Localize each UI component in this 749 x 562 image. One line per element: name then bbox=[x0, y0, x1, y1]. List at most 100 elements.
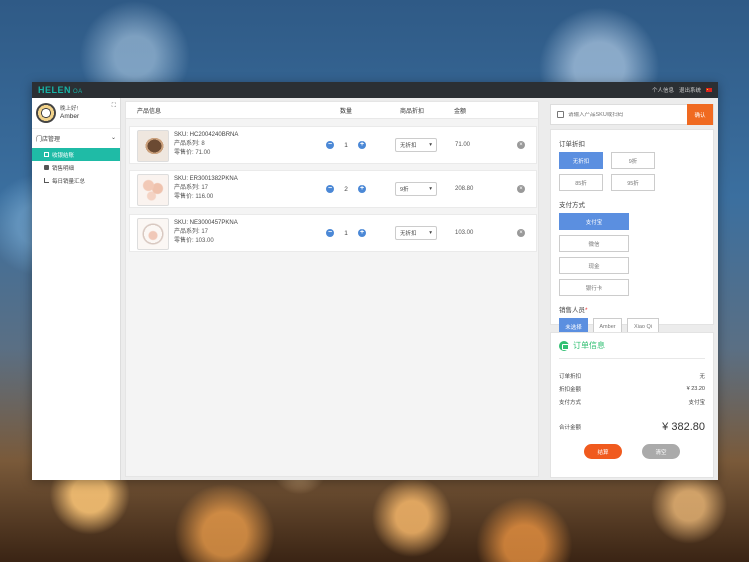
discount-title: 订单折扣 bbox=[559, 141, 585, 148]
product-image bbox=[137, 218, 169, 250]
plus-icon[interactable]: + bbox=[358, 229, 366, 237]
remove-icon[interactable]: × bbox=[517, 229, 525, 237]
order-icon bbox=[559, 340, 569, 351]
checkout-options: 订单折扣 无折扣 9折 85折 95折 支付方式 支付宝 微信 现金 银行卡 销… bbox=[550, 129, 714, 335]
sidebar-item-daily-summary[interactable]: 每日销量汇总 bbox=[32, 174, 120, 187]
caret-down-icon: ▾ bbox=[429, 142, 432, 148]
plus-icon[interactable]: + bbox=[358, 185, 366, 193]
product-sku: SKU: HC2004240BRNA bbox=[174, 132, 239, 138]
app-window: HELEN OA 个人信息 退出系统 晚上好! Amber ⛶ 门店管理 ⌄ 收银… bbox=[32, 82, 718, 480]
menu-group-label: 门店管理 bbox=[36, 137, 61, 143]
bag-icon bbox=[44, 165, 49, 170]
order-header: 订单信息 bbox=[559, 333, 705, 359]
order-key: 订单折扣 bbox=[559, 373, 582, 380]
payment-option-wechat[interactable]: 微信 bbox=[559, 235, 629, 252]
payment-option-card[interactable]: 银行卡 bbox=[559, 279, 629, 296]
row-amount: 103.00 bbox=[455, 230, 474, 236]
payment-options: 支付宝 微信 现金 银行卡 bbox=[559, 213, 705, 296]
clear-button[interactable]: 清空 bbox=[642, 444, 680, 459]
discount-option-none[interactable]: 无折扣 bbox=[559, 152, 603, 169]
user-name: Amber bbox=[60, 113, 80, 120]
discount-value: 无折扣 bbox=[400, 231, 417, 237]
product-series: 产品系列: 17 bbox=[174, 185, 209, 191]
order-value: 支付宝 bbox=[688, 399, 705, 406]
order-value: 无 bbox=[699, 373, 705, 380]
minus-icon[interactable]: − bbox=[326, 229, 334, 237]
required-mark: * bbox=[585, 307, 588, 314]
discount-option-90[interactable]: 9折 bbox=[611, 152, 655, 169]
sidebar: 晚上好! Amber ⛶ 门店管理 ⌄ 收银结账 销售明细 每日销量汇总 bbox=[32, 98, 121, 480]
logout-link[interactable]: 退出系统 bbox=[679, 86, 701, 94]
payment-option-alipay[interactable]: 支付宝 bbox=[559, 213, 629, 230]
col-amount: 金额 bbox=[454, 108, 467, 115]
register-icon bbox=[44, 152, 49, 157]
order-key: 支付方式 bbox=[559, 399, 582, 406]
confirm-button[interactable]: 确认 bbox=[687, 104, 713, 125]
cart-panel: 产品信息 数量 商品折扣 金额 SKU: HC2004240BRNA 产品系列:… bbox=[125, 101, 539, 477]
minus-icon[interactable]: − bbox=[326, 185, 334, 193]
row-amount: 71.00 bbox=[455, 142, 471, 148]
sidebar-item-label: 每日销量汇总 bbox=[52, 178, 86, 185]
sku-search-bar: 确认 bbox=[550, 104, 714, 125]
discount-select[interactable]: 9折 ▾ bbox=[395, 182, 437, 196]
payment-title: 支付方式 bbox=[559, 202, 585, 209]
user-panel: 晚上好! Amber ⛶ bbox=[32, 98, 120, 129]
order-key: 折扣金额 bbox=[559, 386, 582, 393]
table-row: SKU: NE3000457PKNA 产品系列: 17 零售价: 103.00 … bbox=[129, 214, 537, 252]
table-row: SKU: HC2004240BRNA 产品系列: 8 零售价: 71.00 − … bbox=[129, 126, 537, 164]
order-total: 合计金额 ¥ 382.80 bbox=[559, 418, 705, 436]
product-sku: SKU: NE3000457PKNA bbox=[174, 220, 238, 226]
order-row-payment: 支付方式 支付宝 bbox=[559, 395, 705, 408]
col-discount: 商品折扣 bbox=[400, 108, 425, 115]
table-row: SKU: ER3001382PKNA 产品系列: 17 零售价: 116.00 … bbox=[129, 170, 537, 208]
brand-name: HELEN bbox=[38, 85, 72, 95]
quantity-stepper: − 2 + bbox=[326, 185, 366, 193]
top-nav: 个人信息 退出系统 bbox=[652, 86, 712, 94]
avatar bbox=[36, 103, 56, 123]
row-amount: 208.80 bbox=[455, 186, 474, 192]
scan-icon[interactable] bbox=[557, 111, 564, 118]
china-flag-icon[interactable] bbox=[706, 88, 712, 92]
staff-title-text: 销售人员 bbox=[559, 307, 585, 314]
checkout-button[interactable]: 结算 bbox=[584, 444, 622, 459]
col-qty: 数量 bbox=[340, 108, 353, 115]
sidebar-item-label: 销售明细 bbox=[52, 165, 75, 172]
minus-icon[interactable]: − bbox=[326, 141, 334, 149]
product-series: 产品系列: 17 bbox=[174, 229, 209, 235]
menu-group-store[interactable]: 门店管理 ⌄ bbox=[32, 129, 120, 148]
payment-option-cash[interactable]: 现金 bbox=[559, 257, 629, 274]
order-value: ¥ 23.20 bbox=[686, 385, 705, 392]
discount-option-85[interactable]: 85折 bbox=[559, 174, 603, 191]
total-value: ¥ 382.80 bbox=[662, 421, 705, 433]
product-retail-price: 零售价: 71.00 bbox=[174, 150, 211, 156]
quantity-value: 1 bbox=[344, 229, 348, 237]
product-image bbox=[137, 130, 169, 162]
quantity-value: 2 bbox=[344, 185, 348, 193]
order-info-card: 订单信息 订单折扣 无 折扣金额 ¥ 23.20 支付方式 支付宝 合计金额 ¥… bbox=[550, 332, 714, 478]
discount-value: 无折扣 bbox=[400, 143, 417, 149]
sidebar-item-sales-detail[interactable]: 销售明细 bbox=[32, 161, 120, 174]
order-actions: 结算 清空 bbox=[559, 444, 705, 459]
chevron-down-icon: ⌄ bbox=[110, 135, 116, 141]
sidebar-item-checkout[interactable]: 收银结账 bbox=[32, 148, 120, 161]
quantity-stepper: − 1 + bbox=[326, 229, 366, 237]
sku-search-input[interactable] bbox=[568, 111, 687, 118]
plus-icon[interactable]: + bbox=[358, 141, 366, 149]
top-bar: HELEN OA 个人信息 退出系统 bbox=[32, 82, 718, 98]
product-retail-price: 零售价: 103.00 bbox=[174, 238, 214, 244]
remove-icon[interactable]: × bbox=[517, 141, 525, 149]
remove-icon[interactable]: × bbox=[517, 185, 525, 193]
product-retail-price: 零售价: 116.00 bbox=[174, 194, 214, 200]
table-header: 产品信息 数量 商品折扣 金额 bbox=[126, 102, 538, 119]
discount-option-95[interactable]: 95折 bbox=[611, 174, 655, 191]
discount-select[interactable]: 无折扣 ▾ bbox=[395, 138, 437, 152]
discount-value: 9折 bbox=[400, 187, 409, 193]
main-area: 产品信息 数量 商品折扣 金额 SKU: HC2004240BRNA 产品系列:… bbox=[124, 98, 544, 480]
fullscreen-icon[interactable]: ⛶ bbox=[112, 103, 116, 110]
profile-link[interactable]: 个人信息 bbox=[652, 86, 674, 94]
discount-select[interactable]: 无折扣 ▾ bbox=[395, 226, 437, 240]
total-label: 合计金额 bbox=[559, 425, 582, 431]
quantity-value: 1 bbox=[344, 141, 348, 149]
greeting: 晚上好! bbox=[60, 106, 79, 112]
order-title: 订单信息 bbox=[573, 341, 605, 350]
